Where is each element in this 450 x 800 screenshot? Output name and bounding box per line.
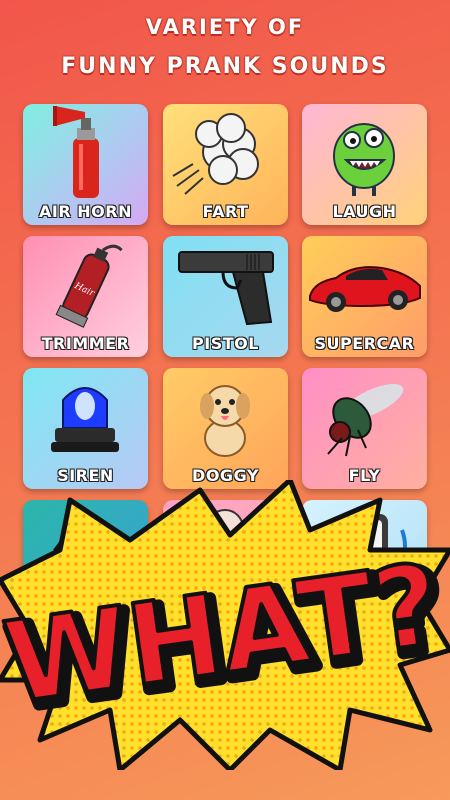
sound-label: TRIMMER xyxy=(41,334,130,353)
header-line-2: FUNNY PRANK SOUNDS xyxy=(61,54,389,79)
sound-tile-fly[interactable]: FLY xyxy=(302,368,427,489)
siren-icon xyxy=(51,387,119,452)
sound-tile-laugh[interactable]: LAUGH xyxy=(302,104,427,225)
sound-tile-trimmer[interactable]: Hair TRIMMER xyxy=(23,236,148,357)
page-header: VARIETY OF FUNNY PRANK SOUNDS xyxy=(0,10,450,84)
sound-label: SUPERCAR xyxy=(314,334,415,353)
hair-trimmer-icon: Hair xyxy=(55,244,123,328)
sound-label: PISTOL xyxy=(192,334,259,353)
pistol-icon xyxy=(178,251,274,326)
supercar-icon xyxy=(309,266,421,312)
what-burst-banner: WHAT? WHAT? xyxy=(0,480,450,770)
sound-label: LAUGH xyxy=(332,202,397,221)
sound-tile-fart[interactable]: FART xyxy=(163,104,288,225)
puppy-icon xyxy=(200,385,250,457)
sound-tile-supercar[interactable]: SUPERCAR xyxy=(302,236,427,357)
sound-tile-air-horn[interactable]: AIR HORN xyxy=(23,104,148,225)
sound-label: FART xyxy=(202,202,249,221)
air-horn-icon xyxy=(53,106,99,198)
monster-icon xyxy=(333,123,395,196)
sound-tile-siren[interactable]: SIREN xyxy=(23,368,148,489)
sound-label: AIR HORN xyxy=(39,202,132,221)
header-line-1: VARIETY OF xyxy=(145,15,305,39)
sound-tile-doggy[interactable]: DOGGY xyxy=(163,368,288,489)
fart-cloud-icon xyxy=(172,113,259,195)
fly-icon xyxy=(327,383,404,457)
sound-tile-pistol[interactable]: PISTOL xyxy=(163,236,288,357)
